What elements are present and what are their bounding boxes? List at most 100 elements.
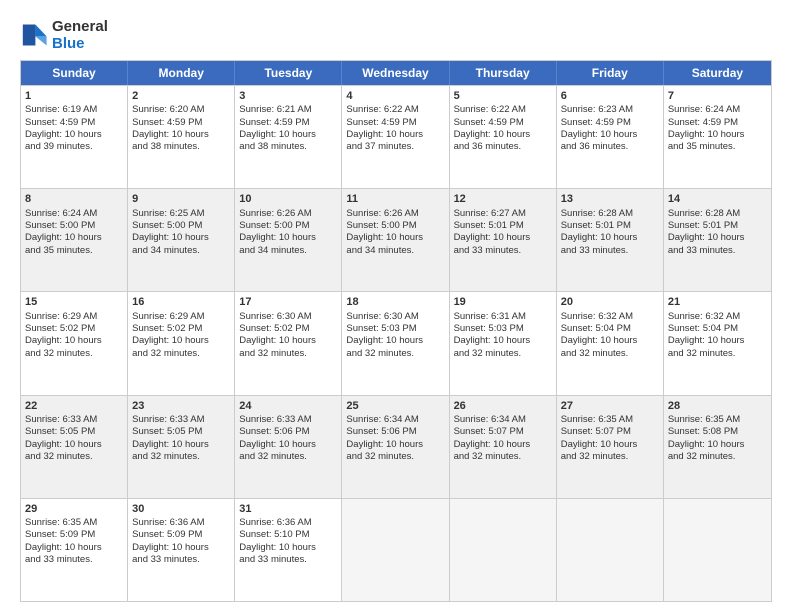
- day-info-line: Daylight: 10 hours: [239, 542, 337, 554]
- day-info-line: and 37 minutes.: [346, 141, 444, 153]
- day-info-line: and 39 minutes.: [25, 141, 123, 153]
- day-info-line: and 32 minutes.: [25, 451, 123, 463]
- day-info-line: Daylight: 10 hours: [239, 129, 337, 141]
- day-info-line: Sunrise: 6:19 AM: [25, 104, 123, 116]
- day-cell-7: 7Sunrise: 6:24 AMSunset: 4:59 PMDaylight…: [664, 86, 771, 188]
- calendar-week-4: 22Sunrise: 6:33 AMSunset: 5:05 PMDayligh…: [21, 395, 771, 498]
- day-info-line: Sunrise: 6:27 AM: [454, 208, 552, 220]
- day-info-line: and 32 minutes.: [132, 451, 230, 463]
- day-info-line: Daylight: 10 hours: [561, 439, 659, 451]
- day-info-line: Daylight: 10 hours: [346, 439, 444, 451]
- day-number: 7: [668, 89, 767, 103]
- day-info-line: Sunrise: 6:32 AM: [668, 311, 767, 323]
- calendar-week-3: 15Sunrise: 6:29 AMSunset: 5:02 PMDayligh…: [21, 291, 771, 394]
- day-number: 12: [454, 192, 552, 206]
- day-cell-14: 14Sunrise: 6:28 AMSunset: 5:01 PMDayligh…: [664, 189, 771, 291]
- day-number: 29: [25, 502, 123, 516]
- day-info-line: Sunset: 4:59 PM: [668, 117, 767, 129]
- day-cell-8: 8Sunrise: 6:24 AMSunset: 5:00 PMDaylight…: [21, 189, 128, 291]
- day-number: 6: [561, 89, 659, 103]
- day-cell-9: 9Sunrise: 6:25 AMSunset: 5:00 PMDaylight…: [128, 189, 235, 291]
- empty-cell: [557, 499, 664, 601]
- page: General Blue SundayMondayTuesdayWednesda…: [0, 0, 792, 612]
- day-info-line: Sunset: 4:59 PM: [132, 117, 230, 129]
- empty-cell: [450, 499, 557, 601]
- day-info-line: Sunrise: 6:30 AM: [239, 311, 337, 323]
- day-info-line: Daylight: 10 hours: [239, 232, 337, 244]
- day-info-line: and 33 minutes.: [25, 554, 123, 566]
- day-info-line: Sunset: 4:59 PM: [239, 117, 337, 129]
- day-number: 19: [454, 295, 552, 309]
- day-cell-30: 30Sunrise: 6:36 AMSunset: 5:09 PMDayligh…: [128, 499, 235, 601]
- day-info-line: Sunset: 5:04 PM: [561, 323, 659, 335]
- day-number: 31: [239, 502, 337, 516]
- day-info-line: Sunset: 5:01 PM: [454, 220, 552, 232]
- day-info-line: Daylight: 10 hours: [132, 129, 230, 141]
- day-cell-27: 27Sunrise: 6:35 AMSunset: 5:07 PMDayligh…: [557, 396, 664, 498]
- day-cell-10: 10Sunrise: 6:26 AMSunset: 5:00 PMDayligh…: [235, 189, 342, 291]
- header: General Blue: [20, 18, 772, 52]
- day-number: 17: [239, 295, 337, 309]
- day-number: 20: [561, 295, 659, 309]
- day-number: 14: [668, 192, 767, 206]
- day-info-line: Sunrise: 6:22 AM: [346, 104, 444, 116]
- day-info-line: and 35 minutes.: [25, 245, 123, 257]
- day-info-line: Daylight: 10 hours: [132, 542, 230, 554]
- day-info-line: Sunset: 5:07 PM: [561, 426, 659, 438]
- day-info-line: Daylight: 10 hours: [25, 335, 123, 347]
- header-day-friday: Friday: [557, 61, 664, 85]
- day-info-line: Sunset: 5:00 PM: [25, 220, 123, 232]
- day-info-line: and 32 minutes.: [454, 451, 552, 463]
- day-info-line: Sunset: 4:59 PM: [346, 117, 444, 129]
- day-number: 16: [132, 295, 230, 309]
- empty-cell: [342, 499, 449, 601]
- day-info-line: and 32 minutes.: [668, 451, 767, 463]
- day-info-line: and 33 minutes.: [132, 554, 230, 566]
- day-info-line: Sunset: 4:59 PM: [454, 117, 552, 129]
- day-number: 13: [561, 192, 659, 206]
- day-info-line: and 32 minutes.: [132, 348, 230, 360]
- day-number: 21: [668, 295, 767, 309]
- header-day-thursday: Thursday: [450, 61, 557, 85]
- day-number: 27: [561, 399, 659, 413]
- day-number: 2: [132, 89, 230, 103]
- day-info-line: and 32 minutes.: [668, 348, 767, 360]
- day-cell-18: 18Sunrise: 6:30 AMSunset: 5:03 PMDayligh…: [342, 292, 449, 394]
- calendar-body: 1Sunrise: 6:19 AMSunset: 4:59 PMDaylight…: [21, 85, 771, 601]
- day-info-line: Sunrise: 6:21 AM: [239, 104, 337, 116]
- day-number: 26: [454, 399, 552, 413]
- day-info-line: and 38 minutes.: [132, 141, 230, 153]
- day-number: 10: [239, 192, 337, 206]
- day-cell-25: 25Sunrise: 6:34 AMSunset: 5:06 PMDayligh…: [342, 396, 449, 498]
- day-info-line: and 34 minutes.: [132, 245, 230, 257]
- day-number: 24: [239, 399, 337, 413]
- day-info-line: Sunrise: 6:31 AM: [454, 311, 552, 323]
- day-info-line: Sunset: 5:05 PM: [25, 426, 123, 438]
- day-info-line: Daylight: 10 hours: [561, 232, 659, 244]
- day-info-line: Sunset: 4:59 PM: [25, 117, 123, 129]
- logo-text: General Blue: [52, 18, 108, 52]
- day-info-line: Daylight: 10 hours: [668, 129, 767, 141]
- day-info-line: Sunset: 5:06 PM: [239, 426, 337, 438]
- day-number: 28: [668, 399, 767, 413]
- day-cell-16: 16Sunrise: 6:29 AMSunset: 5:02 PMDayligh…: [128, 292, 235, 394]
- day-number: 25: [346, 399, 444, 413]
- day-info-line: and 35 minutes.: [668, 141, 767, 153]
- day-info-line: Sunset: 4:59 PM: [561, 117, 659, 129]
- day-cell-6: 6Sunrise: 6:23 AMSunset: 4:59 PMDaylight…: [557, 86, 664, 188]
- day-info-line: Sunset: 5:05 PM: [132, 426, 230, 438]
- day-info-line: Daylight: 10 hours: [25, 439, 123, 451]
- day-cell-1: 1Sunrise: 6:19 AMSunset: 4:59 PMDaylight…: [21, 86, 128, 188]
- day-info-line: Sunrise: 6:33 AM: [239, 414, 337, 426]
- day-info-line: Daylight: 10 hours: [668, 232, 767, 244]
- day-info-line: Sunrise: 6:35 AM: [668, 414, 767, 426]
- day-cell-3: 3Sunrise: 6:21 AMSunset: 4:59 PMDaylight…: [235, 86, 342, 188]
- day-cell-29: 29Sunrise: 6:35 AMSunset: 5:09 PMDayligh…: [21, 499, 128, 601]
- day-info-line: and 33 minutes.: [239, 554, 337, 566]
- day-number: 5: [454, 89, 552, 103]
- day-info-line: Daylight: 10 hours: [454, 232, 552, 244]
- day-info-line: Daylight: 10 hours: [561, 129, 659, 141]
- day-info-line: Daylight: 10 hours: [454, 129, 552, 141]
- header-day-wednesday: Wednesday: [342, 61, 449, 85]
- day-info-line: Daylight: 10 hours: [668, 439, 767, 451]
